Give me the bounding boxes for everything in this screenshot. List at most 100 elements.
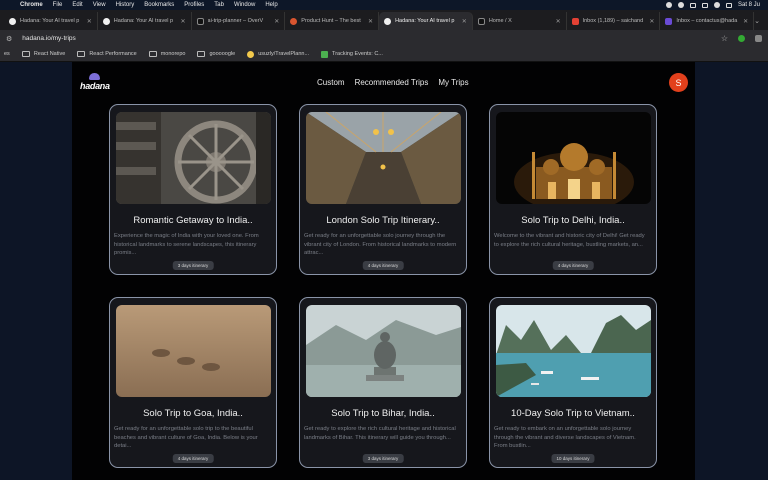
menu-file[interactable]: File [53, 2, 63, 8]
nav-custom[interactable]: Custom [317, 78, 345, 87]
trip-title: Solo Trip to Delhi, India.. [521, 215, 625, 226]
hadana-icon [384, 17, 392, 25]
extension-icon[interactable] [738, 35, 745, 42]
folder-icon [77, 51, 86, 57]
bookmark-es[interactable]: es [4, 51, 10, 57]
wifi-icon[interactable] [701, 2, 708, 8]
bihar-buddha-illustration [306, 305, 461, 397]
nav-recommended-trips[interactable]: Recommended Trips [355, 78, 429, 87]
tab-title: Inbox – contactus@hada [676, 18, 738, 24]
trip-title: London Solo Trip Itinerary.. [326, 215, 440, 226]
tab-title: Hadana: Your AI travel p [395, 18, 455, 24]
tab-search-chevron-icon[interactable]: ⌄ [754, 17, 760, 25]
bookmarks-bar: es React Native React Performance monore… [0, 47, 768, 62]
trip-card-2[interactable]: London Solo Trip Itinerary.. Get ready f… [299, 104, 467, 275]
trip-card-4[interactable]: Solo Trip to Goa, India.. Get ready for … [109, 297, 277, 468]
close-icon[interactable]: ✕ [181, 18, 186, 25]
bookmark-gooooogle[interactable]: gooooogle [197, 51, 235, 57]
trip-card-1[interactable]: Romantic Getaway to India.. Experience t… [109, 104, 277, 275]
close-icon[interactable]: ✕ [556, 18, 561, 25]
browser-tab-5-active[interactable]: Hadana: Your AI travel p ✕ [379, 12, 473, 30]
trip-title: 10-Day Solo Trip to Vietnam.. [511, 408, 635, 419]
address-bar[interactable]: hadana.io/my-trips [22, 35, 711, 42]
trip-image-wheel [116, 112, 271, 204]
browser-tab-7[interactable]: Inbox (1,189) – saichand ✕ [567, 12, 661, 30]
bookmark-star-icon[interactable]: ☆ [721, 34, 728, 43]
spotify-icon[interactable] [665, 2, 672, 8]
menu-tab[interactable]: Tab [214, 2, 224, 8]
macos-menubar: Chrome File Edit View History Bookmarks … [0, 0, 768, 10]
browser-tab-2[interactable]: Hadana: Your AI travel p ✕ [98, 12, 192, 30]
nav-my-trips[interactable]: My Trips [438, 78, 468, 87]
trip-description: Get ready for an unforgettable solo jour… [304, 233, 457, 256]
bookmark-label: usuzly/TravelPlann... [258, 51, 310, 57]
battery-icon[interactable] [689, 2, 696, 8]
close-icon[interactable]: ✕ [462, 18, 467, 25]
bookmark-tracking-events[interactable]: Tracking Events: C... [321, 50, 383, 58]
close-icon[interactable]: ✕ [743, 18, 748, 25]
menu-window[interactable]: Window [234, 2, 255, 8]
browser-tab-1[interactable]: Hadana: Your AI travel p ✕ [4, 12, 98, 30]
tab-title: ai-trip-planner – OverV [207, 18, 264, 24]
user-avatar[interactable]: S [669, 73, 688, 92]
london-arcade-illustration [306, 112, 461, 204]
close-icon[interactable]: ✕ [368, 18, 373, 25]
menu-app[interactable]: Chrome [20, 2, 43, 8]
itinerary-badge: 3 days itinerary [362, 454, 404, 463]
bookmark-react-native[interactable]: React Native [21, 51, 66, 57]
close-icon[interactable]: ✕ [274, 18, 279, 25]
itinerary-badge: 4 days itinerary [552, 261, 594, 270]
menu-profiles[interactable]: Profiles [184, 2, 204, 8]
hadana-logo[interactable]: hadana [80, 73, 112, 93]
extensions-puzzle-icon[interactable] [755, 35, 762, 42]
itinerary-badge: 10 days itinerary [551, 454, 595, 463]
trip-description: Get ready to embark on an unforgettable … [494, 426, 636, 449]
browser-tab-6[interactable]: Home / X ✕ [473, 12, 567, 30]
search-icon[interactable] [713, 2, 720, 8]
vercel-icon [196, 17, 204, 25]
status-icon[interactable] [677, 2, 684, 8]
close-icon[interactable]: ✕ [87, 18, 92, 25]
site-info-icon[interactable]: ⚙ [6, 35, 12, 43]
trip-card-6[interactable]: 10-Day Solo Trip to Vietnam.. Get ready … [489, 297, 657, 468]
menu-help[interactable]: Help [265, 2, 277, 8]
menu-bookmarks[interactable]: Bookmarks [144, 2, 174, 8]
goa-beach-illustration [116, 305, 271, 397]
close-icon[interactable]: ✕ [649, 18, 654, 25]
trip-title: Solo Trip to Goa, India.. [143, 408, 243, 419]
trip-card-3[interactable]: Solo Trip to Delhi, India.. Welcome to t… [489, 104, 657, 275]
bookmark-label: gooooogle [209, 51, 236, 57]
bookmark-label: React Native [33, 51, 66, 57]
trip-card-5[interactable]: Solo Trip to Bihar, India.. Get ready to… [299, 297, 467, 468]
menubar-clock[interactable]: Sat 8 Ju [738, 2, 760, 8]
hadana-mail-icon [665, 17, 673, 25]
trip-description: Experience the magic of India with your … [114, 233, 259, 256]
delhi-mosque-illustration [496, 112, 651, 204]
browser-tab-4[interactable]: Product Hunt – The best ✕ [285, 12, 380, 30]
trip-description: Welcome to the vibrant and historic city… [494, 233, 645, 248]
control-center-icon[interactable] [725, 2, 732, 8]
bookmark-travelplanner[interactable]: usuzly/TravelPlann... [247, 50, 310, 58]
logo-mark-icon [89, 73, 100, 80]
itinerary-badge: 3 days itinerary [172, 261, 214, 270]
menu-edit[interactable]: Edit [72, 2, 82, 8]
bookmark-label: es [4, 51, 10, 57]
browser-tab-3[interactable]: ai-trip-planner – OverV ✕ [192, 12, 286, 30]
folder-icon [148, 51, 157, 57]
producthunt-icon [290, 17, 298, 25]
bookmark-react-performance[interactable]: React Performance [77, 51, 137, 57]
konark-wheel-illustration [116, 112, 271, 204]
hadana-icon [102, 17, 110, 25]
tab-title: Hadana: Your AI travel p [113, 18, 174, 24]
menu-history[interactable]: History [116, 2, 135, 8]
trip-image-delhi [496, 112, 651, 204]
trip-image-vietnam [496, 305, 651, 397]
itinerary-badge: 4 days itinerary [172, 454, 214, 463]
bookmark-monorepo[interactable]: monorepo [148, 51, 185, 57]
tab-title: Home / X [488, 18, 512, 24]
menu-view[interactable]: View [93, 2, 106, 8]
trip-image-london [306, 112, 461, 204]
apple-icon[interactable] [8, 2, 14, 8]
tab-title: Hadana: Your AI travel p [20, 18, 80, 24]
browser-tab-8[interactable]: Inbox – contactus@hada ✕ [660, 12, 755, 30]
